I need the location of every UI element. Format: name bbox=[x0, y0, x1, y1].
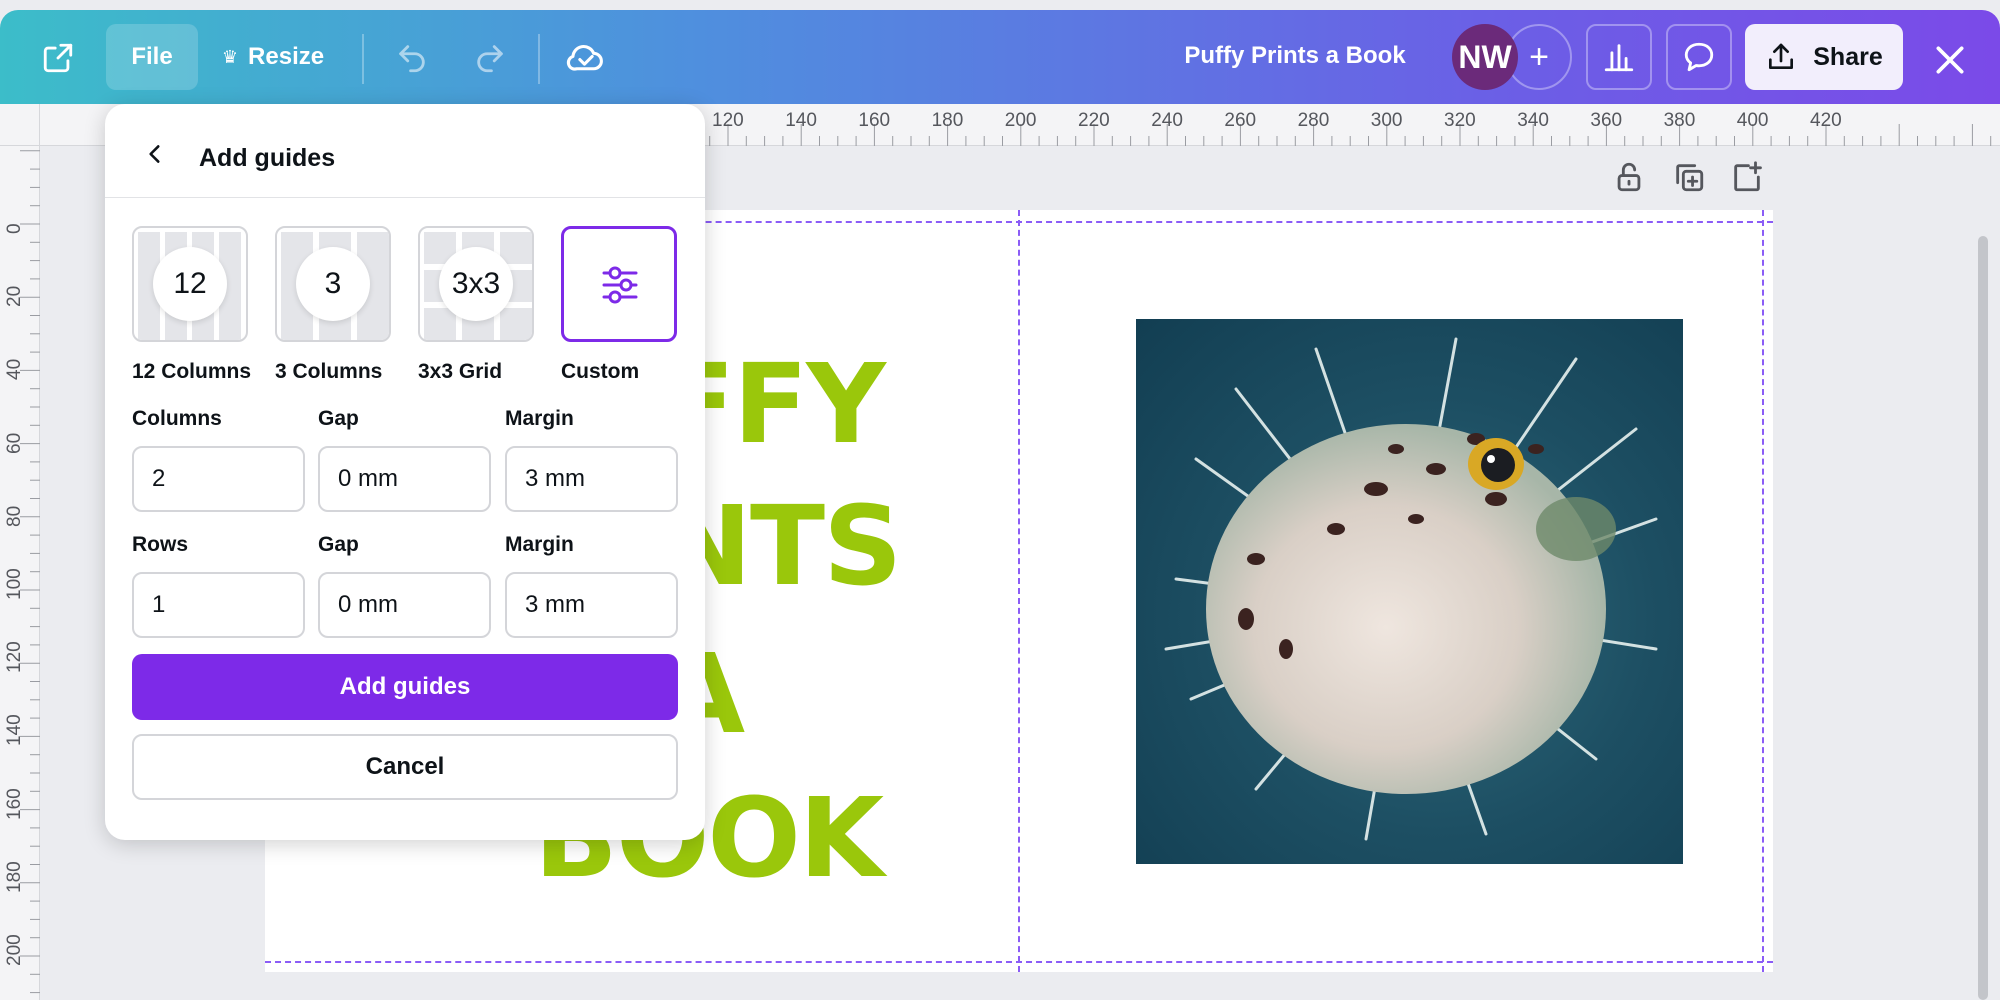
rows-label: Rows bbox=[132, 533, 189, 556]
ruler-label: 200 bbox=[4, 934, 25, 966]
chevron-left-icon bbox=[149, 145, 160, 163]
share-label: Share bbox=[1813, 42, 1883, 71]
ruler-label: 300 bbox=[1370, 110, 1403, 131]
sliders-icon bbox=[602, 266, 638, 304]
ruler-label: 60 bbox=[4, 432, 25, 454]
ruler-label: 340 bbox=[1517, 110, 1549, 131]
ruler-label: 420 bbox=[1810, 110, 1842, 131]
add-guides-panel: Add guides 12 3 3x3 12 Columns 3 Columns… bbox=[105, 104, 705, 840]
resize-label: Resize bbox=[248, 43, 325, 70]
file-menu-label: File bbox=[131, 43, 173, 70]
pufferfish-photo[interactable] bbox=[1136, 319, 1683, 864]
ruler-label: 260 bbox=[1224, 110, 1257, 131]
guide-line[interactable] bbox=[1018, 210, 1020, 972]
ruler-label: 100 bbox=[4, 568, 25, 600]
undo-icon[interactable] bbox=[392, 38, 432, 78]
column-margin-label: Margin bbox=[505, 407, 574, 430]
ruler-label: 40 bbox=[4, 359, 25, 381]
share-button[interactable]: Share bbox=[1745, 24, 1903, 90]
external-link-icon[interactable] bbox=[38, 38, 78, 78]
add-guides-button[interactable]: Add guides bbox=[132, 654, 678, 720]
row-gap-label: Gap bbox=[318, 533, 359, 556]
preset-badge: 3 bbox=[296, 247, 370, 321]
ruler-label: 140 bbox=[785, 110, 817, 131]
ruler-label: 380 bbox=[1663, 110, 1696, 131]
column-gap-input[interactable]: 0 mm bbox=[318, 446, 491, 512]
ruler-label: 160 bbox=[4, 787, 25, 820]
preset-3-columns[interactable]: 3 bbox=[275, 226, 391, 342]
ruler-label: 120 bbox=[4, 641, 25, 674]
ruler-label: 120 bbox=[712, 110, 744, 131]
ruler-label: 360 bbox=[1590, 110, 1623, 131]
insights-button[interactable] bbox=[1586, 24, 1652, 90]
row-margin-label: Margin bbox=[505, 533, 574, 556]
ruler-label: 180 bbox=[931, 110, 964, 131]
add-page-icon[interactable] bbox=[1730, 160, 1764, 199]
preset-badge: 3x3 bbox=[439, 247, 513, 321]
ruler-label: 200 bbox=[1004, 110, 1037, 131]
columns-label: Columns bbox=[132, 407, 222, 430]
plus-icon: + bbox=[1529, 37, 1549, 76]
ruler-label: 220 bbox=[1078, 110, 1110, 131]
comment-icon bbox=[1684, 42, 1714, 72]
preset-custom[interactable] bbox=[561, 226, 677, 342]
preset-badge: 12 bbox=[153, 247, 227, 321]
cancel-button[interactable]: Cancel bbox=[132, 734, 678, 800]
crown-icon: ♛ bbox=[221, 46, 239, 67]
ruler-label: 0 bbox=[4, 223, 25, 234]
duplicate-page-icon[interactable] bbox=[1672, 160, 1706, 199]
ruler-label: 280 bbox=[1297, 110, 1330, 131]
vertical-scrollbar[interactable] bbox=[1978, 236, 1988, 1000]
column-gap-label: Gap bbox=[318, 407, 359, 430]
ruler-label: 160 bbox=[858, 110, 891, 131]
ruler-label: 240 bbox=[1151, 110, 1183, 131]
ruler-label: 400 bbox=[1736, 110, 1769, 131]
vertical-ruler[interactable]: 0 20 40 60 80 100 120 140 160 180 200 bbox=[0, 146, 40, 1000]
top-toolbar: File ♛ Resize Puffy Prints a Book + NW S… bbox=[0, 10, 2000, 104]
upload-icon bbox=[1769, 43, 1794, 69]
preset-3x3-grid[interactable]: 3x3 bbox=[418, 226, 534, 342]
rows-input[interactable]: 1 bbox=[132, 572, 305, 638]
ruler-label: 180 bbox=[4, 861, 25, 893]
ruler-label: 320 bbox=[1444, 110, 1476, 131]
preset-label: 3 Columns bbox=[275, 360, 383, 383]
back-button[interactable] bbox=[135, 134, 175, 174]
preset-12-columns[interactable]: 12 bbox=[132, 226, 248, 342]
close-icon[interactable] bbox=[1930, 40, 1970, 80]
file-menu-button[interactable]: File bbox=[106, 24, 198, 90]
ruler-label: 80 bbox=[4, 505, 25, 527]
toolbar-divider bbox=[362, 34, 364, 84]
comments-button[interactable] bbox=[1666, 24, 1732, 90]
redo-icon[interactable] bbox=[470, 38, 510, 78]
row-margin-input[interactable]: 3 mm bbox=[505, 572, 678, 638]
ruler-label: 140 bbox=[4, 714, 25, 747]
panel-header: Add guides bbox=[105, 104, 705, 198]
ruler-label: 20 bbox=[4, 286, 25, 308]
panel-title: Add guides bbox=[199, 144, 336, 172]
bar-chart-icon bbox=[1604, 44, 1634, 72]
unlock-icon[interactable] bbox=[1612, 160, 1646, 199]
preset-label: Custom bbox=[561, 360, 640, 383]
toolbar-divider bbox=[538, 34, 540, 84]
ruler-corner bbox=[0, 104, 40, 146]
cloud-saved-icon[interactable] bbox=[564, 38, 608, 78]
columns-input[interactable]: 2 bbox=[132, 446, 305, 512]
document-title[interactable]: Puffy Prints a Book bbox=[1150, 42, 1440, 70]
avatar[interactable]: NW bbox=[1452, 24, 1518, 90]
preset-label: 12 Columns bbox=[132, 360, 252, 383]
column-margin-input[interactable]: 3 mm bbox=[505, 446, 678, 512]
guide-line[interactable] bbox=[1762, 210, 1764, 972]
resize-button[interactable]: ♛ Resize bbox=[210, 24, 336, 90]
row-gap-input[interactable]: 0 mm bbox=[318, 572, 491, 638]
preset-label: 3x3 Grid bbox=[418, 360, 503, 383]
